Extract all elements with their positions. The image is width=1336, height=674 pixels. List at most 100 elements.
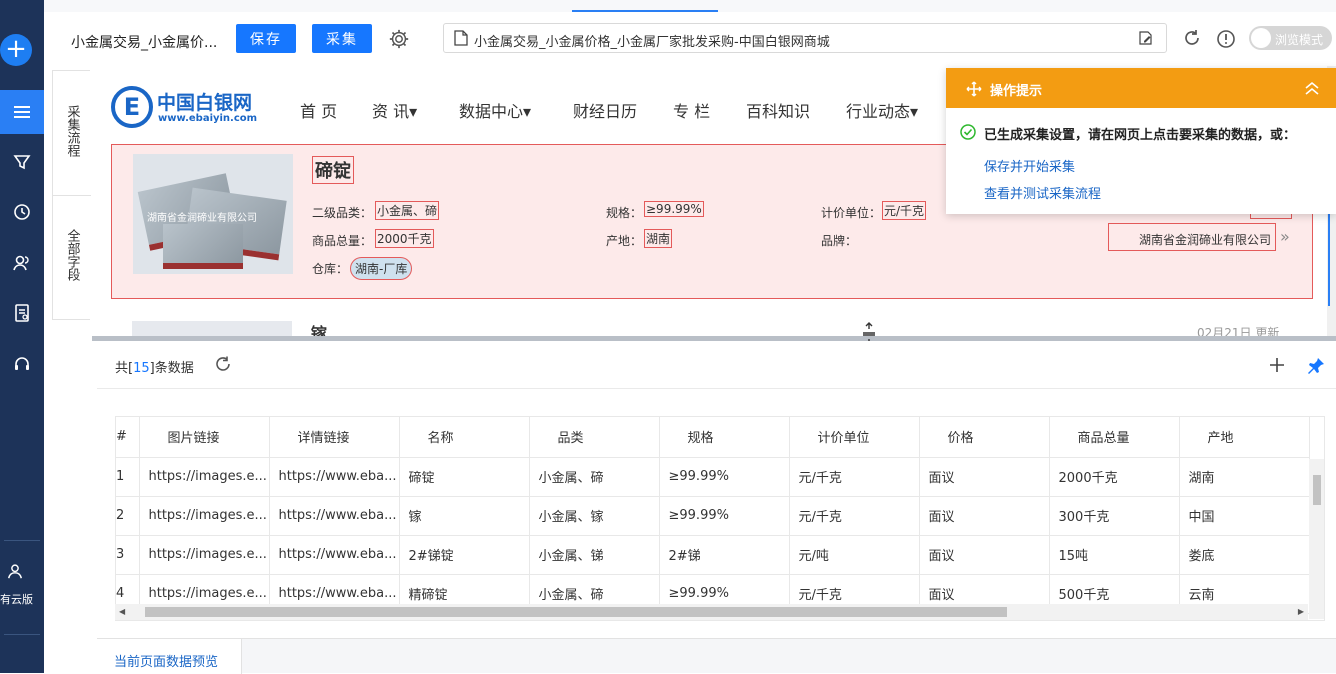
collect-button[interactable]: 采集 <box>312 24 372 53</box>
nav-home[interactable]: 首 页 <box>300 98 337 122</box>
table-cell[interactable]: 2#锑锭 <box>399 535 530 575</box>
nav-data-center[interactable]: 数据中心▾ <box>459 98 531 122</box>
col-header[interactable]: 产地 <box>1179 417 1310 458</box>
table-cell[interactable]: https://www.eba... <box>269 496 400 536</box>
col-header[interactable]: # <box>116 417 140 458</box>
table-cell[interactable]: https://www.eba... <box>269 535 400 575</box>
refresh-data-icon[interactable] <box>214 356 232 374</box>
table-cell[interactable]: ≥99.99% <box>659 457 790 497</box>
alert-icon[interactable] <box>1216 29 1236 49</box>
col-header[interactable]: 图片链接 <box>139 417 270 458</box>
table-cell[interactable]: 300千克 <box>1049 496 1180 536</box>
table-cell[interactable]: 元/吨 <box>789 535 920 575</box>
users-icon[interactable] <box>0 241 44 285</box>
table-cell[interactable]: 面议 <box>919 457 1050 497</box>
move-icon[interactable] <box>966 81 982 97</box>
table-cell[interactable]: 娄底 <box>1179 535 1310 575</box>
table-cell[interactable]: 中国 <box>1179 496 1310 536</box>
table-cell[interactable]: https://images.e... <box>139 457 270 497</box>
vertical-scroll-thumb[interactable] <box>1313 475 1321 505</box>
level2-value[interactable]: 小金属、碲 <box>375 201 440 220</box>
refresh-page-icon[interactable] <box>1182 29 1202 49</box>
company-name[interactable]: 湖南省金润碲业有限公司 <box>1108 223 1276 251</box>
table-cell[interactable]: 元/千克 <box>789 457 920 497</box>
history-icon[interactable] <box>0 190 44 234</box>
headset-icon[interactable] <box>0 342 44 386</box>
table-cell[interactable]: 小金属、锑 <box>529 535 660 575</box>
toolbar: 小金属交易_小金属价... 保存 采集 小金属交易_小金属价格_小金属厂家批发采… <box>44 12 1336 66</box>
user-icon[interactable] <box>0 560 30 582</box>
col-header[interactable]: 品类 <box>529 417 660 458</box>
total-label: 商品总量： <box>312 234 373 248</box>
col-header[interactable]: 规格 <box>659 417 790 458</box>
table-cell[interactable]: ≥99.99% <box>659 496 790 536</box>
table-cell[interactable]: 镓 <box>399 496 530 536</box>
table-cell[interactable]: 小金属、镓 <box>529 496 660 536</box>
product-title[interactable]: 碲锭 <box>312 156 354 184</box>
toggle-knob <box>1251 28 1271 48</box>
product-image[interactable]: 湖南省金润碲业有限公司 <box>133 154 293 274</box>
spec-value[interactable]: ≥99.99% <box>644 201 704 217</box>
table-row[interactable]: 3 https://images.e... https://www.eba...… <box>116 535 1310 575</box>
table-cell[interactable]: 湖南 <box>1179 457 1310 497</box>
document-icon[interactable] <box>0 291 44 335</box>
next-product-image[interactable] <box>132 321 292 336</box>
new-task-plus-icon[interactable]: + <box>0 34 32 66</box>
url-bar[interactable]: 小金属交易_小金属价格_小金属厂家批发采购-中国白银网商城 <box>443 23 1167 53</box>
url-text[interactable]: 小金属交易_小金属价格_小金属厂家批发采购-中国白银网商城 <box>474 31 830 50</box>
table-cell[interactable]: 2#锑 <box>659 535 790 575</box>
table-cell[interactable]: https://www.eba... <box>269 457 400 497</box>
table-cell[interactable]: 15吨 <box>1049 535 1180 575</box>
site-logo[interactable]: E 中国白银网 www.ebaiyin.com <box>111 86 261 130</box>
scroll-left-arrow-icon[interactable]: ◀ <box>119 607 125 616</box>
table-row[interactable]: 2 https://images.e... https://www.eba...… <box>116 496 1310 536</box>
cloud-version-label[interactable]: 有云版 <box>0 591 44 607</box>
tab-all-fields[interactable]: 全部字段 <box>53 229 91 285</box>
nav-encyclopedia[interactable]: 百科知识 <box>746 98 810 122</box>
tab-current-page-preview[interactable]: 当前页面数据预览 <box>97 639 242 674</box>
tab-collect-flow[interactable]: 采集流程 <box>53 105 91 161</box>
filter-icon[interactable] <box>0 140 44 184</box>
table-cell[interactable]: https://images.e... <box>139 496 270 536</box>
chevron-right-icon[interactable]: » <box>1280 227 1290 246</box>
menu-icon[interactable] <box>0 90 44 134</box>
edit-url-icon[interactable] <box>1138 30 1154 46</box>
table-cell[interactable]: 碲锭 <box>399 457 530 497</box>
col-header[interactable]: 商品总量 <box>1049 417 1180 458</box>
table-cell[interactable]: 2000千克 <box>1049 457 1180 497</box>
test-flow-link[interactable]: 查看并测试采集流程 <box>984 183 1101 202</box>
collapse-icon[interactable] <box>1304 80 1320 96</box>
horizontal-scroll-thumb[interactable] <box>145 607 1007 617</box>
table-cell[interactable]: 元/千克 <box>789 496 920 536</box>
total-value[interactable]: 2000千克 <box>375 229 434 248</box>
browse-mode-toggle[interactable]: 浏览模式 <box>1249 26 1332 50</box>
pin-icon[interactable] <box>1307 357 1325 375</box>
table-cell[interactable]: https://images.e... <box>139 535 270 575</box>
nav-column[interactable]: 专 栏 <box>673 98 710 122</box>
table-horizontal-scrollbar[interactable]: ◀ ▶ <box>115 604 1308 620</box>
add-field-icon[interactable] <box>1267 355 1287 375</box>
gear-icon[interactable] <box>388 28 410 50</box>
table-cell[interactable]: 小金属、碲 <box>529 457 660 497</box>
col-header[interactable]: 价格 <box>919 417 1050 458</box>
save-and-start-link[interactable]: 保存并开始采集 <box>984 156 1075 175</box>
col-header[interactable]: 名称 <box>399 417 530 458</box>
nav-finance-calendar[interactable]: 财经日历 <box>573 98 637 122</box>
col-header[interactable]: 计价单位 <box>789 417 920 458</box>
nav-news[interactable]: 资 讯▾ <box>372 98 417 122</box>
task-title[interactable]: 小金属交易_小金属价... <box>71 32 217 52</box>
origin-value[interactable]: 湖南 <box>644 229 673 248</box>
table-vertical-scrollbar[interactable] <box>1309 459 1324 619</box>
next-product-title[interactable]: 镓 <box>311 320 327 336</box>
nav-industry-news[interactable]: 行业动态▾ <box>846 98 918 122</box>
scroll-right-arrow-icon[interactable]: ▶ <box>1298 607 1304 616</box>
warehouse-value[interactable]: 湖南-厂库 <box>350 257 413 280</box>
tips-header[interactable]: 操作提示 <box>946 68 1336 108</box>
save-button[interactable]: 保存 <box>236 24 296 53</box>
table-cell[interactable]: 面议 <box>919 535 1050 575</box>
col-header[interactable]: 详情链接 <box>269 417 400 458</box>
table-row[interactable]: 1 https://images.e... https://www.eba...… <box>116 457 1310 497</box>
table-cell[interactable]: 面议 <box>919 496 1050 536</box>
unit-value[interactable]: 元/千克 <box>882 201 927 220</box>
web-scroll-thumb[interactable] <box>1328 206 1330 306</box>
